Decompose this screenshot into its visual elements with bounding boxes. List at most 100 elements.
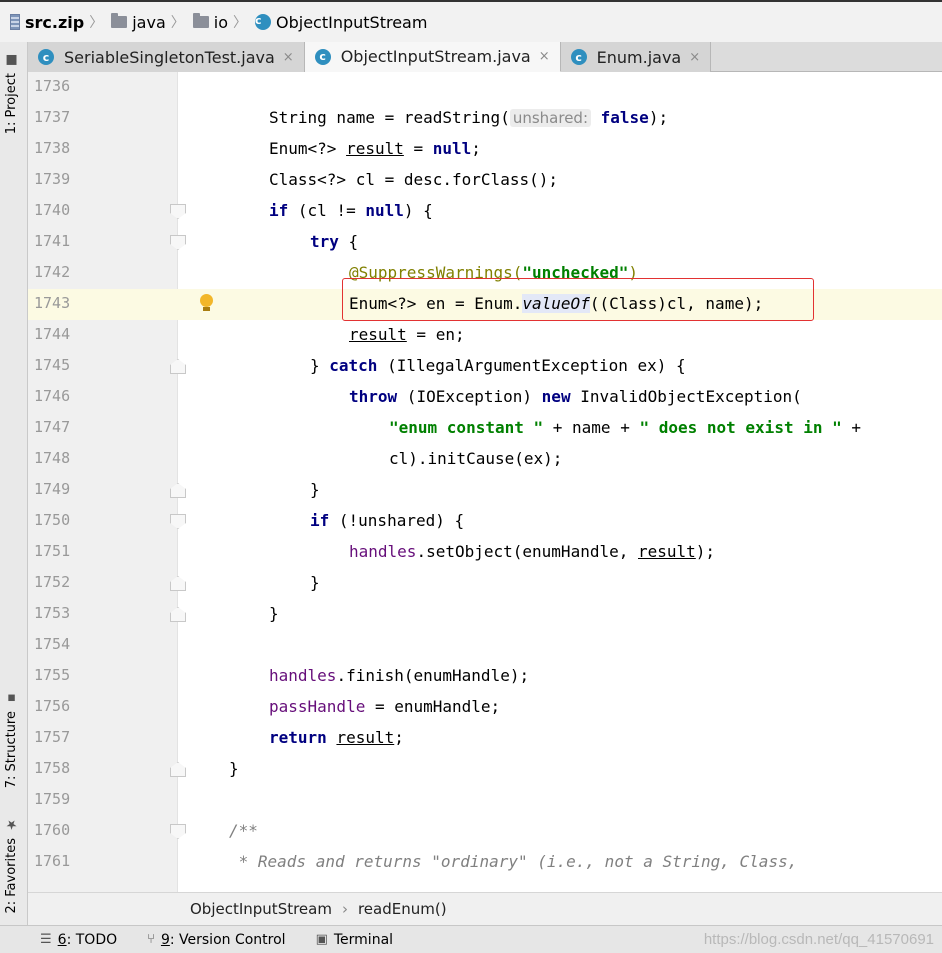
favorites-tab-label: 2: Favorites bbox=[4, 838, 19, 914]
code-text: "enum constant " + name + " does not exi… bbox=[389, 418, 862, 437]
code-text: Enum<?> result = null; bbox=[269, 139, 481, 158]
lightbulb-icon[interactable] bbox=[200, 294, 213, 312]
line-number: 1744 bbox=[34, 325, 71, 343]
chevron-right-icon: 〉 bbox=[170, 15, 185, 31]
close-icon[interactable]: × bbox=[539, 49, 550, 64]
line-number: 1746 bbox=[34, 387, 71, 405]
code-text: passHandle = enumHandle; bbox=[269, 697, 501, 716]
code-text: handles.setObject(enumHandle, result); bbox=[349, 542, 716, 561]
fold-marker-icon[interactable] bbox=[170, 204, 186, 219]
editor-tab-bar: c SeriableSingletonTest.java × c ObjectI… bbox=[28, 42, 942, 72]
breadcrumb-src-zip[interactable]: src.zip 〉 bbox=[10, 12, 109, 32]
package-icon bbox=[192, 13, 209, 28]
package-icon bbox=[111, 13, 128, 28]
version-control-tool-button[interactable]: ⑂ 9: Version Control bbox=[147, 932, 285, 948]
line-number: 1758 bbox=[34, 759, 71, 777]
star-icon: ★ bbox=[4, 817, 19, 832]
todo-shortcut-key: 6 bbox=[57, 931, 67, 948]
code-line: 1745 } catch (IllegalArgumentException e… bbox=[28, 351, 942, 382]
parameter-hint: unshared: bbox=[509, 109, 591, 127]
code-line: 1741 try { bbox=[28, 227, 942, 258]
close-icon[interactable]: × bbox=[689, 50, 700, 65]
tab-label: SeriableSingletonTest.java bbox=[64, 47, 275, 67]
terminal-label: Terminal bbox=[333, 931, 394, 948]
line-number: 1740 bbox=[34, 201, 71, 219]
fold-marker-icon[interactable] bbox=[170, 762, 186, 777]
line-number: 1759 bbox=[34, 790, 71, 808]
code-line: 1748 cl).initCause(ex); bbox=[28, 444, 942, 475]
watermark-text: https://blog.csdn.net/qq_41570691 bbox=[703, 931, 934, 948]
tab-enum[interactable]: c Enum.java × bbox=[560, 42, 712, 72]
folder-icon: ■ bbox=[4, 52, 19, 67]
line-number: 1737 bbox=[34, 108, 71, 126]
code-text: } bbox=[310, 573, 320, 592]
code-line: 1760 /** bbox=[28, 816, 942, 847]
line-number: 1757 bbox=[34, 728, 71, 746]
fold-marker-icon[interactable] bbox=[170, 824, 186, 839]
code-text: } bbox=[229, 759, 239, 778]
fold-marker-icon[interactable] bbox=[170, 359, 186, 374]
line-number: 1738 bbox=[34, 139, 71, 157]
code-text: } bbox=[269, 604, 279, 623]
code-text: Class<?> cl = desc.forClass(); bbox=[269, 170, 558, 189]
line-number: 1752 bbox=[34, 573, 71, 591]
left-tool-strip: 1: Project ■ 7: Structure ▪ 2: Favorites… bbox=[0, 42, 28, 925]
line-number: 1750 bbox=[34, 511, 71, 529]
project-tool-tab[interactable]: 1: Project ■ bbox=[4, 52, 19, 134]
code-text: if (!unshared) { bbox=[310, 511, 465, 530]
code-text: throw (IOException) new InvalidObjectExc… bbox=[349, 387, 802, 406]
structure-tool-tab[interactable]: 7: Structure ▪ bbox=[4, 690, 19, 788]
todo-tool-button[interactable]: ☰ 6: TODO bbox=[40, 932, 117, 948]
archive-icon bbox=[10, 14, 20, 30]
code-editor[interactable]: 1736 1737 String name = readString(unsha… bbox=[28, 72, 942, 892]
code-text: /** bbox=[229, 821, 258, 840]
line-number: 1748 bbox=[34, 449, 71, 467]
line-number: 1754 bbox=[34, 635, 71, 653]
class-icon: c bbox=[314, 48, 331, 65]
line-number: 1742 bbox=[34, 263, 71, 281]
code-text: String name = readString(unshared: false… bbox=[269, 108, 669, 127]
code-text: try { bbox=[310, 232, 359, 251]
branch-icon: ⑂ bbox=[147, 932, 155, 947]
breadcrumb-label: ObjectInputStream bbox=[276, 12, 428, 32]
line-number: 1741 bbox=[34, 232, 71, 250]
structure-tab-label: 7: Structure bbox=[4, 711, 19, 789]
code-line: 1738 Enum<?> result = null; bbox=[28, 134, 942, 165]
breadcrumb-label: src.zip bbox=[25, 12, 85, 32]
chevron-right-icon: › bbox=[341, 900, 348, 918]
favorites-tool-tab[interactable]: 2: Favorites ★ bbox=[4, 817, 19, 914]
todo-label: : TODO bbox=[66, 931, 118, 948]
code-line: 1747 "enum constant " + name + " does no… bbox=[28, 413, 942, 444]
breadcrumb-java[interactable]: java 〉 bbox=[111, 12, 191, 32]
fold-marker-icon[interactable] bbox=[170, 235, 186, 250]
code-line: 1744 result = en; bbox=[28, 320, 942, 351]
code-line: 1751 handles.setObject(enumHandle, resul… bbox=[28, 537, 942, 568]
line-number: 1753 bbox=[34, 604, 71, 622]
code-text: handles.finish(enumHandle); bbox=[269, 666, 530, 685]
tab-seriable-singleton-test[interactable]: c SeriableSingletonTest.java × bbox=[28, 42, 305, 72]
fold-marker-icon[interactable] bbox=[170, 483, 186, 498]
fold-marker-icon[interactable] bbox=[170, 576, 186, 591]
code-line: 1752 } bbox=[28, 568, 942, 599]
line-number: 1743 bbox=[34, 294, 71, 312]
code-line: 1756 passHandle = enumHandle; bbox=[28, 692, 942, 723]
code-breadcrumb-class[interactable]: ObjectInputStream bbox=[190, 900, 332, 918]
terminal-tool-button[interactable]: ▣ Terminal bbox=[316, 932, 393, 948]
line-number: 1751 bbox=[34, 542, 71, 560]
breadcrumb-class[interactable]: c ObjectInputStream bbox=[255, 13, 427, 32]
code-line: 1750 if (!unshared) { bbox=[28, 506, 942, 537]
code-text: cl).initCause(ex); bbox=[389, 449, 563, 468]
breadcrumb-io[interactable]: io 〉 bbox=[192, 12, 253, 32]
code-line: 1739 Class<?> cl = desc.forClass(); bbox=[28, 165, 942, 196]
tab-object-input-stream[interactable]: c ObjectInputStream.java × bbox=[304, 42, 561, 72]
code-breadcrumb-method[interactable]: readEnum() bbox=[358, 900, 447, 918]
code-line: 1740 if (cl != null) { bbox=[28, 196, 942, 227]
fold-marker-icon[interactable] bbox=[170, 514, 186, 529]
code-text: * Reads and returns "ordinary" (i.e., no… bbox=[229, 852, 798, 871]
close-icon[interactable]: × bbox=[283, 50, 294, 65]
tab-label: ObjectInputStream.java bbox=[340, 47, 531, 66]
code-line: 1761 * Reads and returns "ordinary" (i.e… bbox=[28, 847, 942, 878]
code-line: 1753 } bbox=[28, 599, 942, 630]
code-line: 1758 } bbox=[28, 754, 942, 785]
fold-marker-icon[interactable] bbox=[170, 607, 186, 622]
